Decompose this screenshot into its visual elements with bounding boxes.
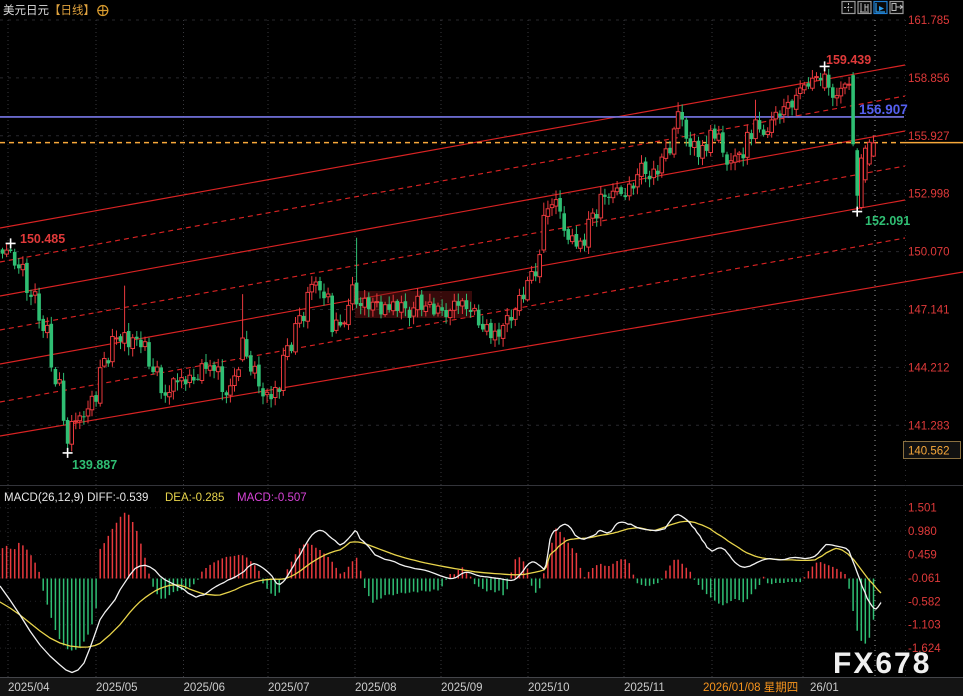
- svg-text:【日线】: 【日线】: [49, 3, 95, 17]
- svg-text:156.907: 156.907: [859, 102, 908, 117]
- svg-text:DEA:-0.285: DEA:-0.285: [165, 492, 224, 504]
- svg-text:139.887: 139.887: [72, 458, 117, 472]
- svg-text:2025/08: 2025/08: [355, 682, 397, 694]
- svg-text:140.562: 140.562: [908, 446, 950, 458]
- svg-text:2025/09: 2025/09: [441, 682, 483, 694]
- svg-text:1.501: 1.501: [908, 503, 937, 515]
- svg-text:150.070: 150.070: [908, 247, 950, 259]
- svg-text:158.856: 158.856: [908, 73, 950, 85]
- svg-text:141.283: 141.283: [908, 420, 950, 432]
- svg-text:美元日元: 美元日元: [3, 3, 49, 17]
- svg-text:152.998: 152.998: [908, 189, 950, 201]
- svg-text:2025/05: 2025/05: [96, 682, 138, 694]
- svg-text:-0.061: -0.061: [908, 573, 941, 585]
- svg-text:FX678: FX678: [833, 647, 931, 680]
- svg-text:2025/07: 2025/07: [268, 682, 310, 694]
- svg-text:159.439: 159.439: [826, 53, 871, 67]
- svg-text:0.459: 0.459: [908, 550, 937, 562]
- svg-text:144.212: 144.212: [908, 362, 950, 374]
- svg-text:-1.103: -1.103: [908, 620, 941, 632]
- svg-text:2025/04: 2025/04: [8, 682, 50, 694]
- svg-text:MACD:-0.507: MACD:-0.507: [237, 492, 307, 504]
- svg-text:161.785: 161.785: [908, 15, 950, 27]
- svg-text:MACD(26,12,9) DIFF:-0.539: MACD(26,12,9) DIFF:-0.539: [4, 492, 148, 504]
- svg-text:-0.582: -0.582: [908, 596, 941, 608]
- svg-text:147.141: 147.141: [908, 304, 950, 316]
- svg-text:155.927: 155.927: [908, 131, 950, 143]
- svg-text:152.091: 152.091: [865, 214, 910, 228]
- svg-text:2025/06: 2025/06: [184, 682, 226, 694]
- svg-text:2025/10: 2025/10: [528, 682, 570, 694]
- svg-text:150.485: 150.485: [20, 232, 65, 246]
- svg-text:0.980: 0.980: [908, 526, 937, 538]
- svg-text:2026/01/08 星期四: 2026/01/08 星期四: [703, 681, 798, 694]
- svg-text:2025/11: 2025/11: [624, 682, 665, 694]
- svg-text:26/01: 26/01: [810, 682, 839, 694]
